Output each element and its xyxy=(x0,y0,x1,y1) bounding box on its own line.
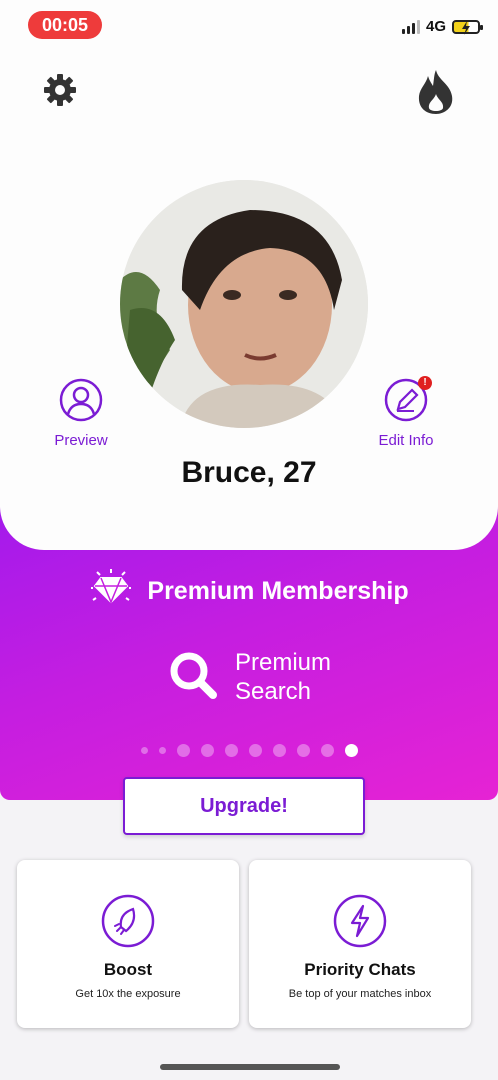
premium-feature-slide[interactable]: Premium Search xyxy=(0,648,498,706)
carousel-dot[interactable] xyxy=(158,747,166,754)
carousel-dot[interactable] xyxy=(320,744,334,757)
lightning-icon xyxy=(333,894,387,948)
edit-info-label: Edit Info xyxy=(378,432,434,449)
carousel-dot[interactable] xyxy=(200,744,214,757)
carousel-dot[interactable] xyxy=(248,744,262,757)
feature-text: Premium Search xyxy=(235,648,331,706)
carousel-dot[interactable] xyxy=(176,744,190,757)
preview-button[interactable]: Preview xyxy=(31,378,131,449)
status-indicators: 4G xyxy=(401,18,483,35)
edit-info-button[interactable]: ! Edit Info xyxy=(356,376,456,449)
profile-card: 00:05 4G Preview ! Edit Info Bruce, 27 xyxy=(0,0,498,550)
status-time: 00:05 xyxy=(28,11,102,39)
profile-photo[interactable] xyxy=(120,180,368,428)
rocket-icon xyxy=(101,894,155,948)
priority-chats-tile[interactable]: Priority Chats Be top of your matches in… xyxy=(249,860,471,1028)
carousel-dot[interactable] xyxy=(296,744,310,757)
priority-chats-subtitle: Be top of your matches inbox xyxy=(288,988,432,1000)
carousel-dot-active[interactable] xyxy=(344,744,358,757)
profile-name: Bruce, 27 xyxy=(181,456,317,489)
carousel-dot[interactable] xyxy=(224,744,238,757)
settings-gear-icon[interactable] xyxy=(42,72,78,113)
home-indicator[interactable] xyxy=(160,1064,340,1070)
carousel-dot[interactable] xyxy=(272,744,286,757)
search-icon xyxy=(167,649,219,706)
boost-tile[interactable]: Boost Get 10x the exposure xyxy=(17,860,239,1028)
premium-title: Premium Membership xyxy=(147,577,409,605)
preview-label: Preview xyxy=(54,432,108,449)
carousel-dots[interactable] xyxy=(0,744,498,757)
priority-chats-title: Priority Chats xyxy=(304,960,416,979)
carousel-dot[interactable] xyxy=(140,747,148,754)
feature-line-1: Premium xyxy=(234,649,331,676)
edit-pencil-icon: ! xyxy=(384,376,432,422)
user-circle-icon xyxy=(59,378,103,422)
premium-membership-heading[interactable]: Premium Membership xyxy=(0,568,498,615)
notification-badge: ! xyxy=(418,376,432,390)
upgrade-button[interactable]: Upgrade! xyxy=(123,777,365,835)
battery-icon xyxy=(452,19,483,35)
boost-subtitle: Get 10x the exposure xyxy=(75,988,181,1000)
feature-line-2: Search xyxy=(234,678,312,705)
diamond-icon xyxy=(89,568,133,615)
boost-title: Boost xyxy=(103,960,153,979)
flame-icon[interactable] xyxy=(416,68,456,119)
signal-icon xyxy=(401,19,420,34)
network-type: 4G xyxy=(425,18,446,35)
